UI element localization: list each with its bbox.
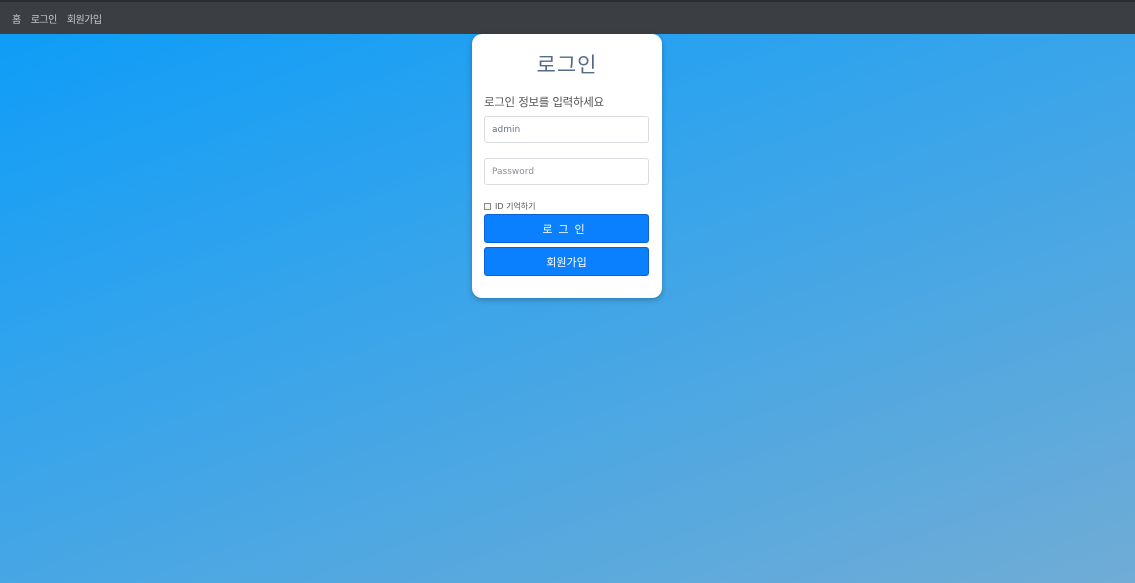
login-subtitle: 로그인 정보를 입력하세요	[484, 95, 604, 109]
nav-signup-link[interactable]: 회원가입	[67, 11, 102, 26]
remember-id-row: ID 기억하기	[484, 200, 650, 212]
signup-button[interactable]: 회원가입	[484, 247, 649, 276]
top-navbar: 홈 로그인 회원가입	[0, 0, 1135, 34]
nav-login-link[interactable]: 로그인	[31, 11, 58, 26]
remember-id-checkbox[interactable]	[484, 202, 491, 210]
password-input[interactable]	[484, 158, 649, 185]
login-card: 로그인 로그인 정보를 입력하세요 ID 기억하기 로그인 회원가입	[472, 34, 662, 298]
remember-id-label[interactable]: ID 기억하기	[495, 201, 536, 212]
username-input[interactable]	[484, 116, 649, 143]
login-title: 로그인	[536, 53, 598, 77]
nav-home-link[interactable]: 홈	[12, 11, 21, 26]
login-button[interactable]: 로그인	[484, 214, 649, 243]
